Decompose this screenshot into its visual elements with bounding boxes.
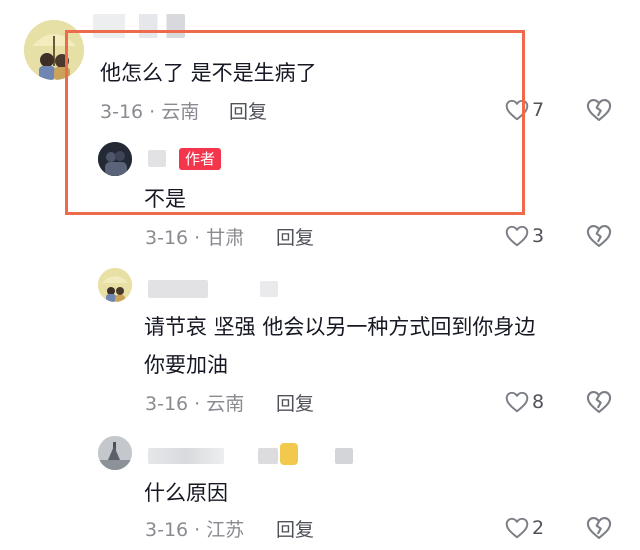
- comment-meta: 3-16 · 甘肃: [145, 227, 245, 249]
- like-button[interactable]: 8: [504, 389, 544, 415]
- comment-text: 请节哀 坚强 他会以另一种方式回到你身边: [144, 315, 536, 339]
- comment-meta: 3-16 · 云南: [100, 101, 200, 123]
- dislike-button[interactable]: [585, 388, 613, 416]
- reply-button[interactable]: 回复: [229, 100, 267, 124]
- like-button[interactable]: 3: [504, 223, 544, 249]
- dislike-button[interactable]: [585, 222, 613, 250]
- broken-heart-icon: [586, 391, 612, 413]
- blurred-username: [258, 448, 278, 464]
- avatar[interactable]: [24, 20, 84, 80]
- dislike-button[interactable]: [585, 96, 613, 124]
- heart-outline-icon: [505, 517, 529, 539]
- dislike-button[interactable]: [585, 514, 613, 542]
- like-count: 3: [532, 225, 545, 247]
- heart-outline-icon: [505, 225, 529, 247]
- blurred-username: [148, 150, 166, 167]
- comment-text: 不是: [144, 187, 186, 211]
- comment-meta: 3-16 · 江苏: [145, 519, 245, 541]
- heart-outline-icon: [505, 99, 529, 121]
- like-button[interactable]: 2: [504, 515, 544, 541]
- blurred-username: [335, 448, 353, 464]
- reply-button[interactable]: 回复: [276, 392, 314, 416]
- comment-text: 什么原因: [144, 481, 228, 505]
- comment-text: 你要加油: [144, 353, 228, 377]
- broken-heart-icon: [586, 99, 612, 121]
- broken-heart-icon: [586, 225, 612, 247]
- reply-button[interactable]: 回复: [276, 226, 314, 250]
- blurred-username: [280, 443, 298, 465]
- blurred-username: [148, 448, 224, 464]
- avatar[interactable]: [98, 436, 132, 470]
- like-count: 8: [532, 391, 545, 413]
- like-count: 2: [532, 517, 545, 539]
- blurred-username: [260, 281, 278, 297]
- like-count: 7: [532, 99, 545, 121]
- broken-heart-icon: [586, 517, 612, 539]
- blurred-username: [148, 280, 208, 298]
- avatar[interactable]: [98, 268, 132, 302]
- blurred-username: [93, 14, 185, 38]
- author-avatar[interactable]: [98, 142, 132, 176]
- comment-meta: 3-16 · 云南: [145, 393, 245, 415]
- comment-text: 他怎么了 是不是生病了: [100, 61, 317, 85]
- like-button[interactable]: 7: [504, 97, 544, 123]
- author-badge: 作者: [179, 148, 222, 170]
- heart-outline-icon: [505, 391, 529, 413]
- reply-button[interactable]: 回复: [276, 518, 314, 542]
